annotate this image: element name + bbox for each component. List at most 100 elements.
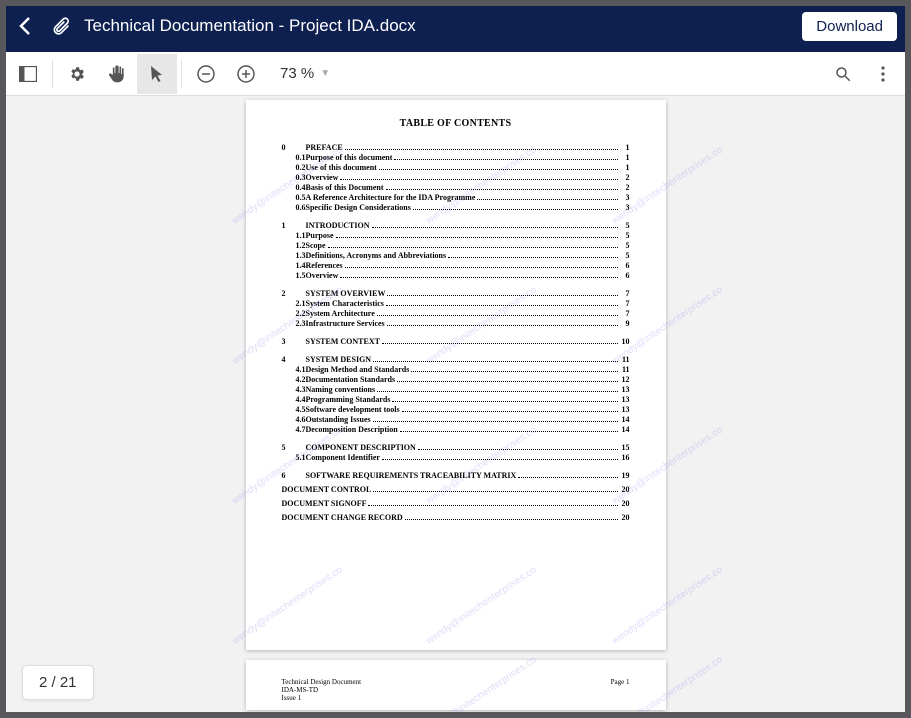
- toc-page-number: 6: [620, 261, 630, 271]
- toc-leader-dots: [368, 502, 617, 506]
- watermark: wendy@initechenterprises.co: [230, 564, 345, 646]
- pan-tool-button[interactable]: [97, 54, 137, 94]
- toc-section-number: 2.2: [296, 309, 306, 319]
- toc-label: SYSTEM DESIGN: [296, 355, 372, 365]
- attachment-icon: [50, 15, 72, 37]
- toc-entry: 3SYSTEM CONTEXT10: [282, 337, 630, 347]
- toc-page-number: 11: [620, 355, 630, 365]
- toc-chapter-number: 3: [282, 337, 296, 347]
- toc-label: SOFTWARE REQUIREMENTS TRACEABILITY MATRI…: [296, 471, 517, 481]
- toc-section-number: 1.2: [296, 241, 306, 251]
- toc-entry: 2.1 System Characteristics7: [282, 299, 630, 309]
- toc-leader-dots: [405, 516, 618, 520]
- toc-chapter-number: 1: [282, 221, 296, 231]
- toc-page-number: 15: [620, 443, 630, 453]
- zoom-level-dropdown[interactable]: 73 % ▼: [280, 65, 330, 82]
- more-button[interactable]: [863, 54, 903, 94]
- toc-section-number: 0.6: [296, 203, 306, 213]
- toc-label: Component Identifier: [306, 453, 380, 463]
- toc-label: INTRODUCTION: [296, 221, 370, 231]
- toc-page-number: 14: [620, 425, 630, 435]
- toc-entry: 0.5 A Reference Architecture for the IDA…: [282, 193, 630, 203]
- toc-page-number: 13: [620, 395, 630, 405]
- toc-leader-dots: [411, 368, 617, 372]
- toc-label: COMPONENT DESCRIPTION: [296, 443, 416, 453]
- toc-label: Programming Standards: [306, 395, 391, 405]
- toc-label: Purpose: [306, 231, 334, 241]
- download-button[interactable]: Download: [802, 12, 897, 41]
- toc-leader-dots: [377, 312, 618, 316]
- toc-heading: TABLE OF CONTENTS: [282, 118, 630, 129]
- toc-label: Decomposition Description: [306, 425, 398, 435]
- toc-page-number: 20: [620, 499, 630, 509]
- select-tool-button[interactable]: [137, 54, 177, 94]
- zoom-out-icon: [196, 64, 216, 84]
- toc-page-number: 16: [620, 453, 630, 463]
- toc-entry: DOCUMENT SIGNOFF20: [282, 499, 630, 509]
- settings-button[interactable]: [57, 54, 97, 94]
- separator: [52, 60, 53, 88]
- toc-chapter-number: 5: [282, 443, 296, 453]
- document-title: Technical Documentation - Project IDA.do…: [84, 16, 802, 36]
- toc-page-number: 2: [620, 173, 630, 183]
- toc-label: SYSTEM CONTEXT: [296, 337, 380, 347]
- zoom-out-button[interactable]: [186, 54, 226, 94]
- search-button[interactable]: [823, 54, 863, 94]
- toc-chapter-number: 2: [282, 289, 296, 299]
- toc-entry: 2.3 Infrastructure Services9: [282, 319, 630, 329]
- toc-leader-dots: [336, 234, 618, 238]
- toc-page-number: 14: [620, 415, 630, 425]
- toc-entry: 6SOFTWARE REQUIREMENTS TRACEABILITY MATR…: [282, 471, 630, 481]
- toc-label: Software development tools: [306, 405, 400, 415]
- document-viewport[interactable]: TABLE OF CONTENTS 0PREFACE10.1 Purpose o…: [0, 96, 911, 718]
- toc-leader-dots: [397, 378, 617, 382]
- toc-label: Specific Design Considerations: [306, 203, 411, 213]
- zoom-in-button[interactable]: [226, 54, 266, 94]
- toc-label: SYSTEM OVERVIEW: [296, 289, 386, 299]
- toc-entry: DOCUMENT CONTROL20: [282, 485, 630, 495]
- zoom-level-label: 73 %: [280, 65, 314, 82]
- document-page: Technical Design Document Page 1 IDA-MS-…: [246, 660, 666, 710]
- toc-entry: 2.2 System Architecture7: [282, 309, 630, 319]
- toc-entry: 1.4 References6: [282, 261, 630, 271]
- toc-page-number: 5: [620, 231, 630, 241]
- toc-page-number: 5: [620, 251, 630, 261]
- toc-leader-dots: [413, 206, 618, 210]
- toc-section-number: 1.1: [296, 231, 306, 241]
- app-header: Technical Documentation - Project IDA.do…: [0, 0, 911, 52]
- toc-page-number: 3: [620, 203, 630, 213]
- toc-entry: 4.7 Decomposition Description14: [282, 425, 630, 435]
- toc-list: 0PREFACE10.1 Purpose of this document10.…: [282, 143, 630, 523]
- toc-label: References: [306, 261, 343, 271]
- page-counter[interactable]: 2 / 21: [22, 665, 94, 700]
- toc-label: Scope: [306, 241, 326, 251]
- toc-leader-dots: [518, 474, 617, 478]
- toc-page-number: 12: [620, 375, 630, 385]
- toc-leader-dots: [340, 274, 617, 278]
- toc-section-number: 4.5: [296, 405, 306, 415]
- toc-label: Infrastructure Services: [306, 319, 385, 329]
- document-page: TABLE OF CONTENTS 0PREFACE10.1 Purpose o…: [246, 100, 666, 650]
- toc-page-number: 7: [620, 299, 630, 309]
- panel-toggle-button[interactable]: [8, 54, 48, 94]
- back-button[interactable]: [14, 15, 36, 37]
- toc-leader-dots: [387, 322, 618, 326]
- toc-entry: 0PREFACE1: [282, 143, 630, 153]
- toc-entry: 4.4 Programming Standards13: [282, 395, 630, 405]
- toc-section-number: 4.1: [296, 365, 306, 375]
- toc-page-number: 20: [620, 513, 630, 523]
- toc-leader-dots: [373, 488, 617, 492]
- toc-entry: 1.2 Scope5: [282, 241, 630, 251]
- toc-leader-dots: [394, 156, 617, 160]
- toc-label: Documentation Standards: [306, 375, 396, 385]
- toc-leader-dots: [372, 224, 618, 228]
- kebab-icon: [881, 66, 885, 82]
- toc-leader-dots: [382, 456, 618, 460]
- toc-leader-dots: [477, 196, 617, 200]
- toc-leader-dots: [379, 166, 618, 170]
- toc-section-number: 4.6: [296, 415, 306, 425]
- toc-leader-dots: [418, 446, 618, 450]
- toc-entry: 0.3 Overview2: [282, 173, 630, 183]
- toc-label: System Characteristics: [306, 299, 384, 309]
- zoom-in-icon: [236, 64, 256, 84]
